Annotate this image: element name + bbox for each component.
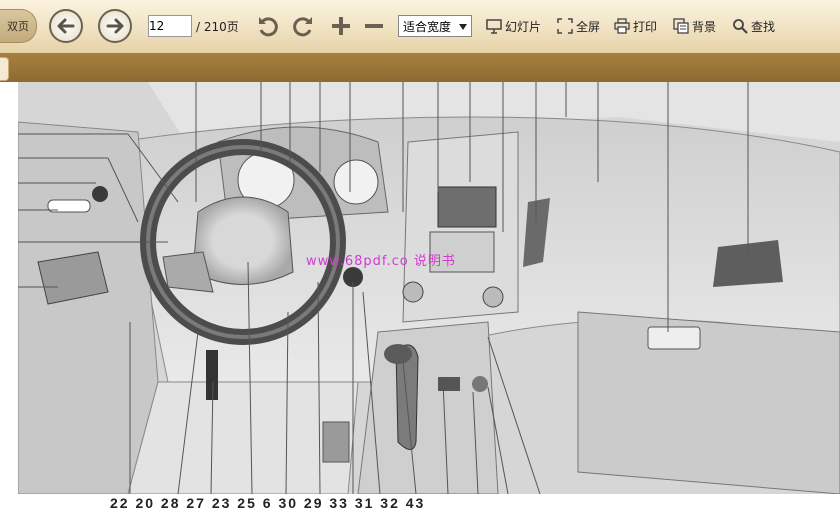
viewer-toolbar: 双页 12 / 210页 适合宽度 幻灯片 全屏 打印 背景 查找	[0, 0, 840, 54]
print-label: 打印	[633, 19, 658, 34]
fullscreen-icon	[557, 18, 573, 34]
rotate-right-button[interactable]	[290, 13, 316, 39]
slideshow-icon	[486, 19, 502, 34]
slideshow-button[interactable]: 幻灯片	[486, 15, 541, 37]
document-tab[interactable]	[0, 57, 9, 81]
zoom-select-value: 适合宽度	[403, 19, 452, 34]
watermark-text: www.68pdf.co 说明书	[306, 254, 456, 269]
previous-page-button[interactable]	[49, 9, 83, 43]
zoom-select[interactable]: 适合宽度	[398, 15, 472, 37]
rotate-left-icon	[259, 17, 278, 37]
print-icon	[614, 18, 630, 34]
page-number-input[interactable]: 12	[148, 15, 192, 37]
double-page-button[interactable]: 双页	[0, 9, 37, 43]
chevron-down-icon	[459, 24, 467, 30]
zoom-in-icon	[332, 17, 350, 35]
back-arrow-icon	[57, 18, 75, 34]
forward-arrow-icon	[106, 18, 124, 34]
fullscreen-label: 全屏	[576, 19, 601, 34]
slideshow-label: 幻灯片	[505, 19, 542, 34]
find-button[interactable]: 查找	[732, 15, 775, 37]
search-icon	[733, 19, 748, 34]
background-label: 背景	[692, 19, 717, 34]
zoom-in-button[interactable]	[329, 13, 353, 39]
zoom-out-icon	[365, 24, 383, 28]
fullscreen-button[interactable]: 全屏	[557, 15, 600, 37]
find-label: 查找	[751, 19, 776, 34]
print-button[interactable]: 打印	[614, 15, 657, 37]
next-page-button[interactable]	[98, 9, 132, 43]
background-icon	[673, 18, 689, 34]
zoom-out-button[interactable]	[362, 13, 386, 39]
callout-numbers: 22 20 28 27 23 25 6 30 29 33 31 32 43	[110, 495, 426, 511]
document-tab-strip	[0, 53, 840, 82]
page-total-label: / 210页	[196, 19, 239, 34]
rotate-left-button[interactable]	[255, 13, 281, 39]
rotate-right-icon	[293, 17, 312, 37]
dashboard-illustration	[18, 82, 840, 494]
background-button[interactable]: 背景	[673, 15, 716, 37]
document-page[interactable]: www.68pdf.co 说明书 22 20 28 27 23 25 6 30 …	[0, 82, 840, 512]
